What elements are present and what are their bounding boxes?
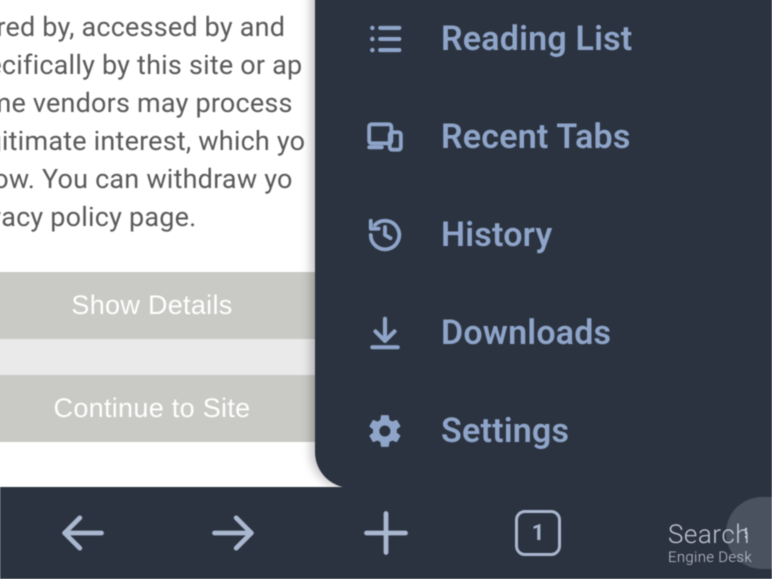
menu-item-reading-list[interactable]: Reading List xyxy=(315,0,772,88)
menu-label: Settings xyxy=(441,411,569,451)
continue-to-site-button[interactable]: Continue to Site xyxy=(0,375,332,442)
new-tab-button[interactable] xyxy=(351,498,421,568)
browser-toolbar: 1 xyxy=(0,487,772,579)
menu-label: Recent Tabs xyxy=(441,117,631,157)
watermark-line2: Engine Desk xyxy=(668,550,752,565)
screenshot-stage: tored by, accessed by and pecifically by… xyxy=(0,0,772,579)
menu-item-settings[interactable]: Settings xyxy=(315,382,772,480)
button-gap xyxy=(0,339,332,375)
menu-item-downloads[interactable]: Downloads xyxy=(315,284,772,382)
tabs-button[interactable]: 1 xyxy=(503,498,573,568)
tab-count-badge: 1 xyxy=(515,510,561,556)
list-icon xyxy=(363,17,407,61)
watermark-line1: Search xyxy=(668,522,752,548)
plus-icon xyxy=(360,507,412,559)
arrow-left-icon xyxy=(56,507,108,559)
history-icon xyxy=(363,213,407,257)
menu-label: Reading List xyxy=(441,19,632,59)
devices-icon xyxy=(363,115,407,159)
consent-button-row: Show Details Continue to Site xyxy=(0,272,332,442)
arrow-right-icon xyxy=(208,507,260,559)
consent-body-text: tored by, accessed by and pecifically by… xyxy=(0,8,332,236)
back-button[interactable] xyxy=(47,498,117,568)
download-icon xyxy=(363,311,407,355)
menu-label: History xyxy=(441,215,552,255)
gear-icon xyxy=(363,409,407,453)
browser-overflow-menu: Reading List Recent Tabs History xyxy=(315,0,772,488)
show-details-button[interactable]: Show Details xyxy=(0,272,332,339)
consent-dialog: tored by, accessed by and pecifically by… xyxy=(0,0,352,490)
menu-label: Downloads xyxy=(441,313,611,353)
watermark: Search Engine Desk xyxy=(668,522,752,565)
menu-item-history[interactable]: History xyxy=(315,186,772,284)
forward-button[interactable] xyxy=(199,498,269,568)
menu-item-recent-tabs[interactable]: Recent Tabs xyxy=(315,88,772,186)
